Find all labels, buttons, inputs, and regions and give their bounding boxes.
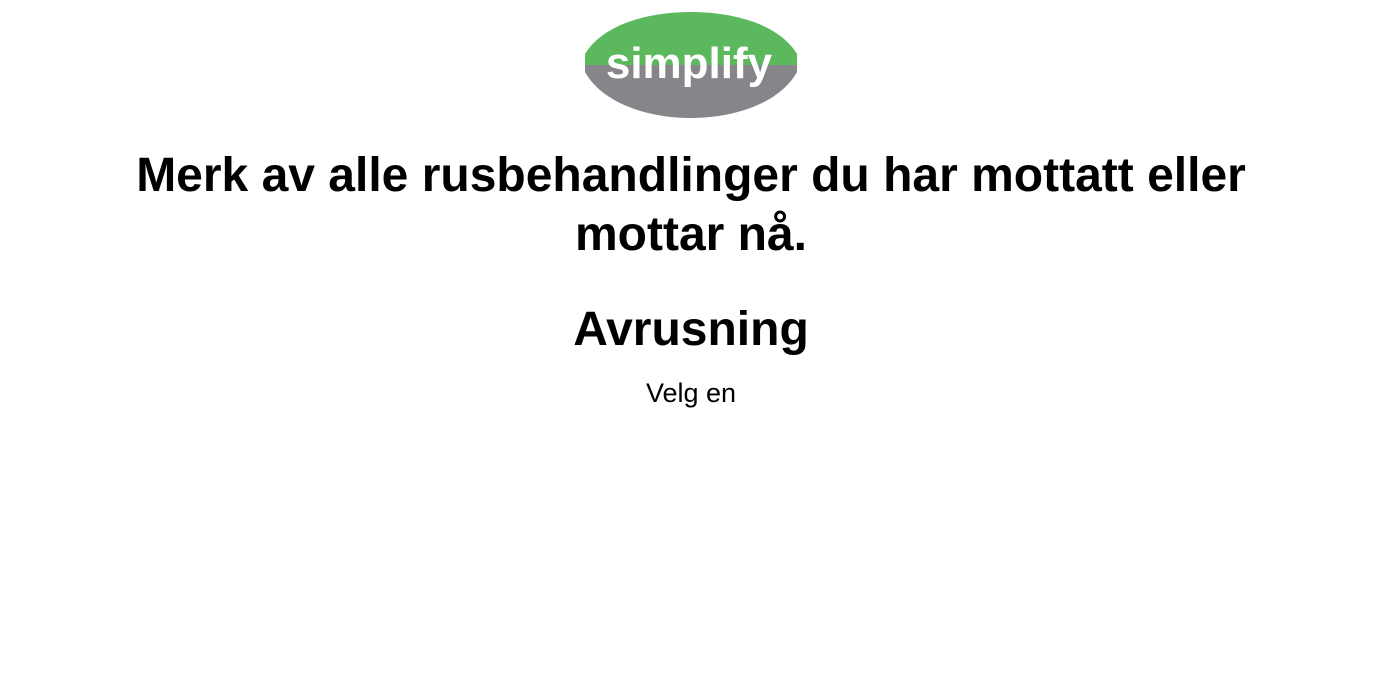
- select-instruction: Velg en: [645, 378, 737, 408]
- section-heading: Avrusning: [573, 303, 809, 356]
- simplify-logo: simplify: [583, 10, 799, 120]
- logo-text: simplify: [606, 39, 773, 88]
- survey-page: simplify Merk av alle rusbehandlinger du…: [0, 0, 1382, 683]
- question-title: Merk av alle rusbehandlinger du har mott…: [0, 146, 1382, 264]
- question-line-2: mottar nå.: [574, 208, 808, 261]
- question-line-1: Merk av alle rusbehandlinger du har mott…: [136, 149, 1246, 202]
